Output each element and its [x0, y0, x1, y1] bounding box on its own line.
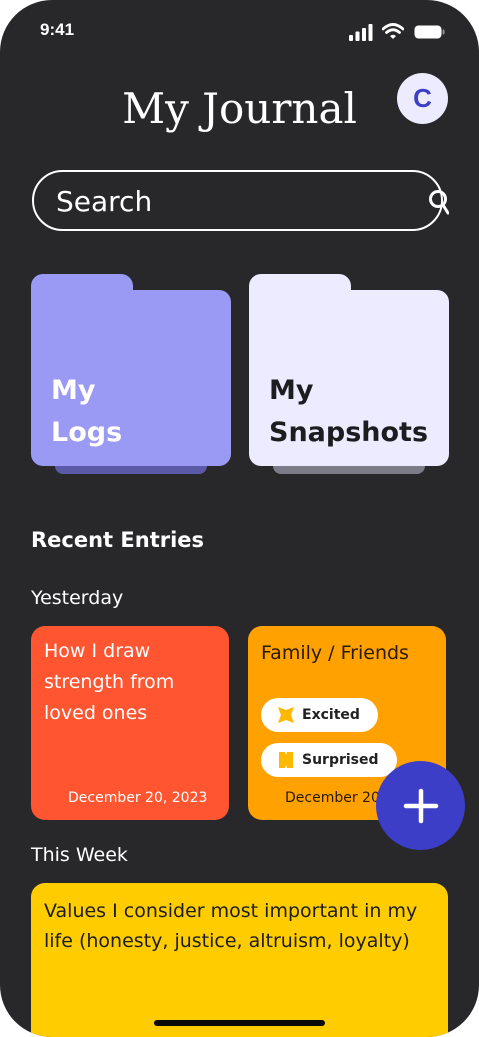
mood-tag-label: Surprised — [302, 752, 379, 768]
status-time: 9:41 — [40, 20, 75, 39]
add-entry-button[interactable] — [376, 761, 465, 850]
entry-title: How I draw strength from loved ones — [44, 640, 175, 724]
search-icon[interactable] — [427, 188, 449, 216]
excited-icon — [278, 707, 294, 723]
entry-title: Values I consider most important in my l… — [44, 900, 418, 952]
phone-screen: 9:41 My Journal C M — [0, 0, 479, 1037]
search-input[interactable] — [56, 184, 386, 218]
status-bar: 9:41 — [0, 0, 479, 60]
signal-icon — [349, 24, 373, 41]
entry-title: Family / Friends — [261, 642, 409, 664]
avatar[interactable]: C — [397, 73, 448, 124]
entry-date: December 20, 2023 — [68, 790, 208, 806]
group-label-this-week: This Week — [31, 844, 128, 866]
home-indicator[interactable] — [154, 1020, 325, 1026]
wifi-icon — [382, 23, 404, 39]
folder-label-line: My — [51, 375, 96, 406]
entry-card[interactable]: How I draw strength from loved ones Dece… — [31, 626, 229, 820]
surprised-icon — [279, 752, 293, 768]
folder-label-line: Logs — [51, 417, 123, 448]
folder-label: My Logs — [51, 370, 122, 454]
folder-my-logs[interactable]: My Logs — [31, 272, 231, 482]
group-label-yesterday: Yesterday — [31, 587, 124, 609]
search-bar[interactable] — [32, 170, 449, 231]
entry-card[interactable]: Values I consider most important in my l… — [31, 883, 448, 1037]
plus-icon — [403, 788, 438, 823]
folder-label-line: My — [269, 375, 314, 406]
mood-tag-excited[interactable]: Excited — [261, 698, 378, 732]
mood-tag-label: Excited — [302, 707, 360, 723]
mood-tag-surprised[interactable]: Surprised — [261, 743, 397, 777]
folder-label: My Snapshots — [269, 370, 428, 454]
folder-my-snapshots[interactable]: My Snapshots — [249, 272, 449, 482]
battery-icon — [414, 25, 445, 39]
recent-entries-title: Recent Entries — [31, 528, 205, 552]
folder-label-line: Snapshots — [269, 417, 429, 448]
